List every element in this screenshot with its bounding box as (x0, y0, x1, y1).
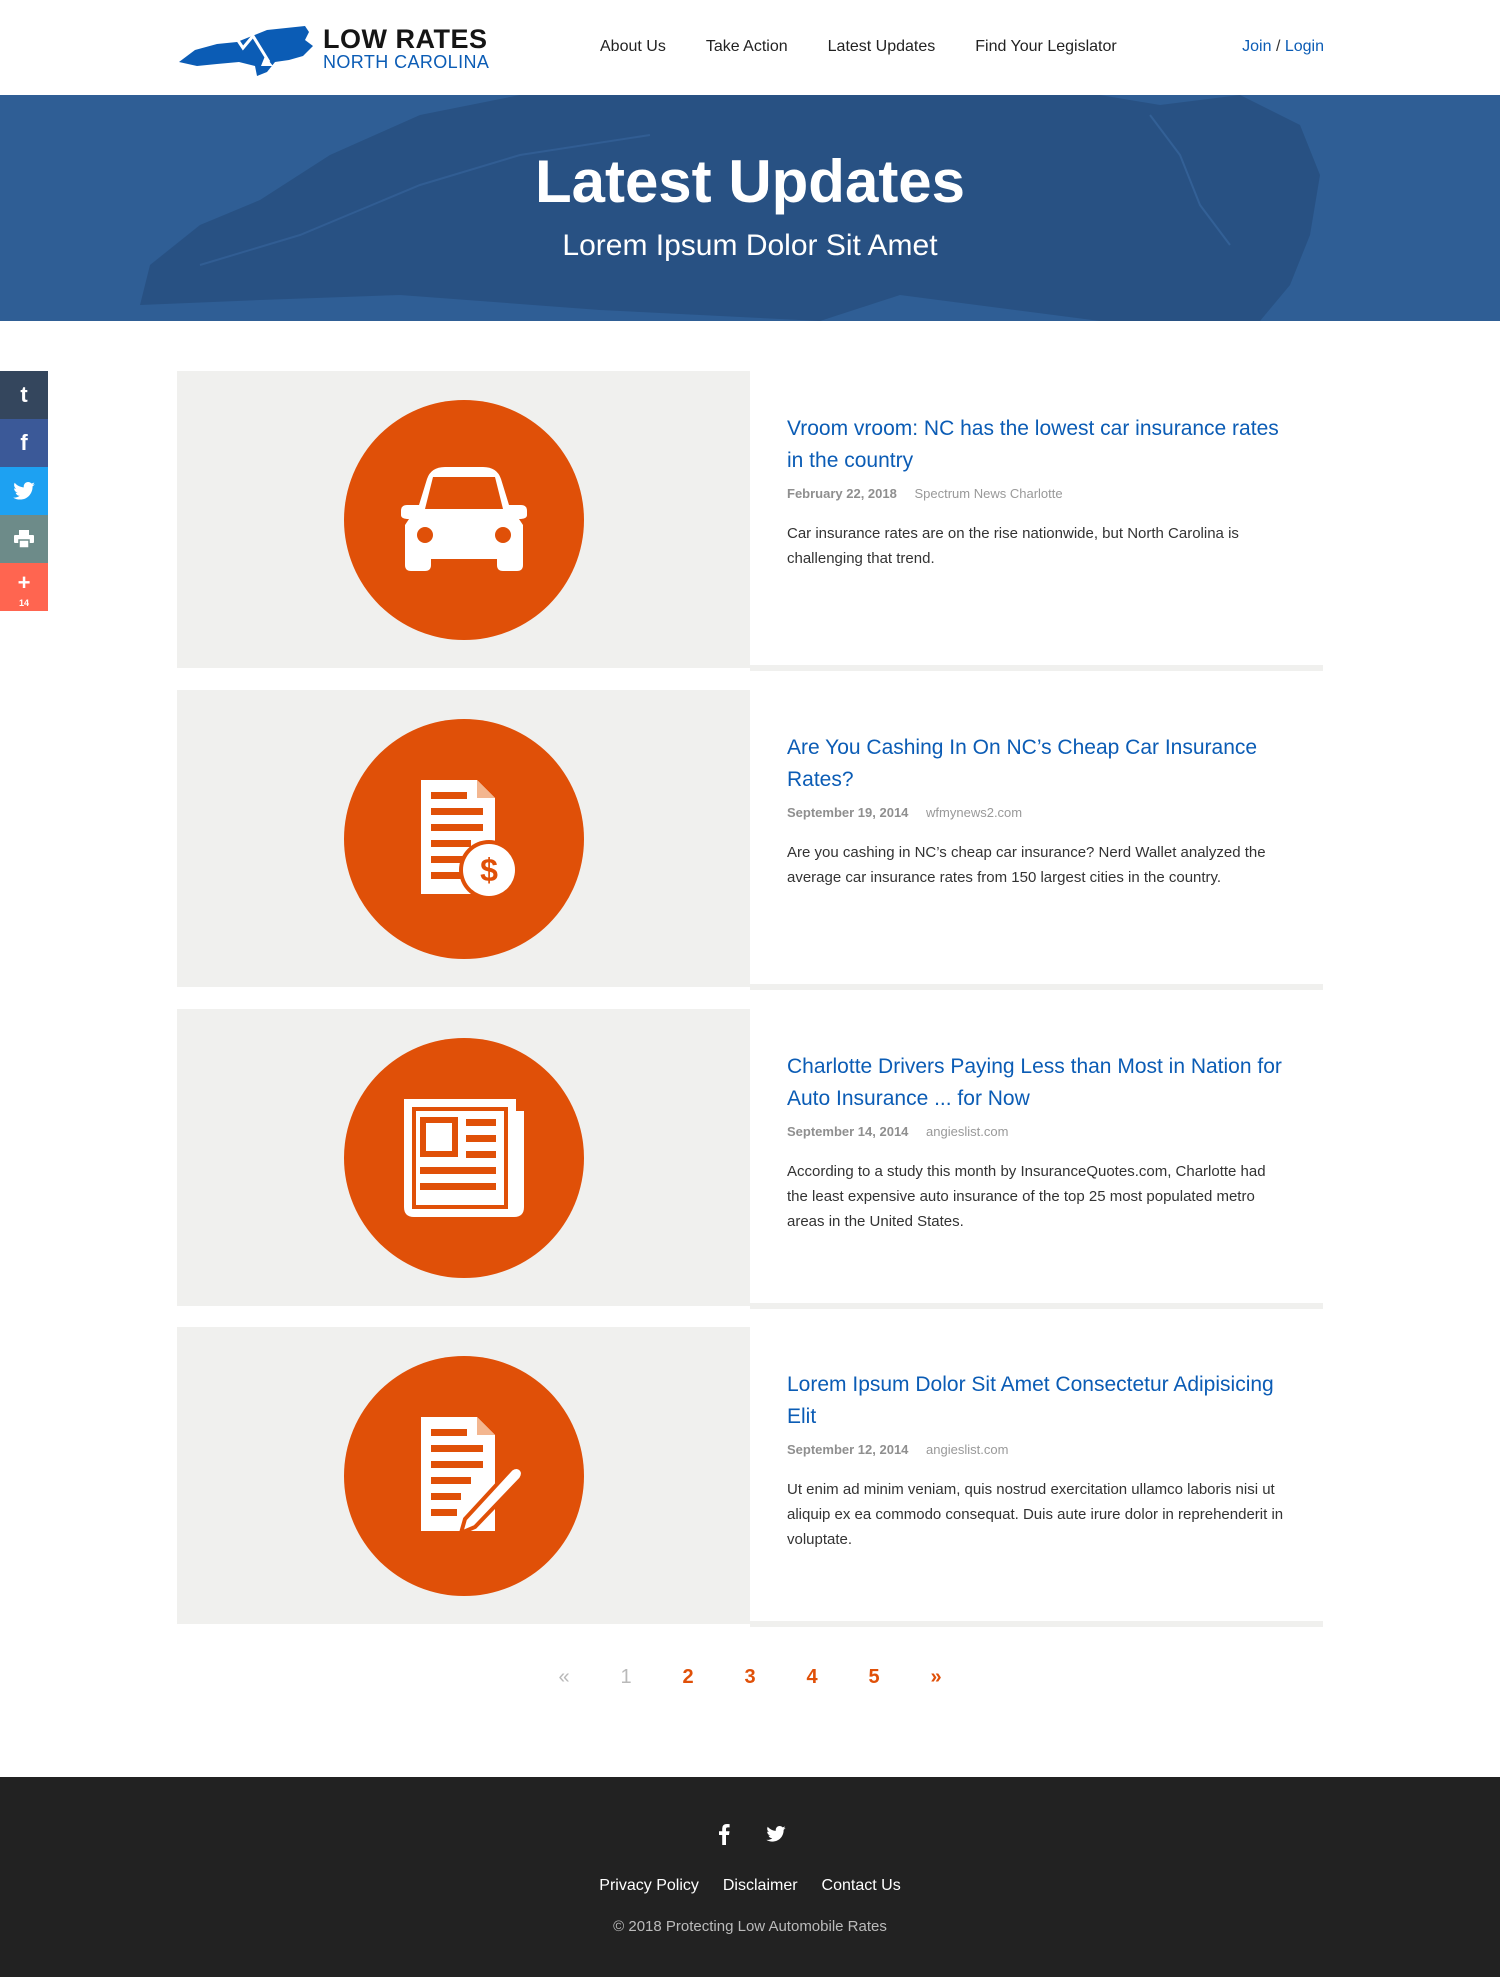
article-title[interactable]: Are You Cashing In On NC’s Cheap Car Ins… (787, 732, 1287, 796)
article-card: Charlotte Drivers Paying Less than Most … (177, 1009, 1323, 1309)
footer-facebook-link[interactable] (706, 1820, 742, 1848)
logo-subtitle: NORTH CAROLINA (323, 52, 490, 72)
logo-title: LOW RATES (323, 24, 488, 54)
pagination-page-1[interactable]: 1 (595, 1666, 657, 1689)
car-icon (401, 467, 527, 571)
copyright: © 2018 Protecting Low Automobile Rates (613, 1918, 887, 1935)
site-header: LOW RATES NORTH CAROLINA About Us Take A… (0, 0, 1500, 95)
pagination-page-3[interactable]: 3 (719, 1666, 781, 1689)
site-footer: Privacy Policy Disclaimer Contact Us © 2… (0, 1777, 1500, 1977)
article-thumbnail[interactable]: $ (177, 690, 750, 987)
article-card: Vroom vroom: NC has the lowest car insur… (177, 371, 1323, 671)
card-shadow (750, 665, 1323, 671)
article-content: Lorem Ipsum Dolor Sit Amet Consectetur A… (787, 1369, 1287, 1552)
print-icon (14, 530, 34, 548)
footer-contact-us-link[interactable]: Contact Us (822, 1877, 901, 1895)
article-thumbnail[interactable] (177, 371, 750, 668)
page-subtitle: Lorem Ipsum Dolor Sit Amet (562, 229, 938, 262)
article-thumbnail[interactable] (177, 1327, 750, 1624)
article-icon-circle (344, 400, 584, 640)
article-meta: September 12, 2014 angieslist.com (787, 1442, 1287, 1457)
article-source: angieslist.com (926, 1442, 1009, 1457)
article-excerpt: Ut enim ad minim veniam, quis nostrud ex… (787, 1481, 1284, 1548)
article-content: Vroom vroom: NC has the lowest car insur… (787, 413, 1287, 571)
footer-disclaimer-link[interactable]: Disclaimer (723, 1877, 798, 1895)
login-link[interactable]: Login (1285, 38, 1324, 55)
svg-text:$: $ (480, 852, 498, 888)
share-facebook-button[interactable]: f (0, 419, 48, 467)
card-shadow (750, 984, 1323, 990)
article-excerpt: Are you cashing in NC’s cheap car insura… (787, 844, 1266, 886)
nav-take-action[interactable]: Take Action (706, 38, 788, 56)
twitter-icon (13, 482, 35, 500)
article-content: Are You Cashing In On NC’s Cheap Car Ins… (787, 732, 1287, 890)
article-source: wfmynews2.com (926, 805, 1023, 820)
pagination-next[interactable]: » (905, 1666, 967, 1689)
share-more-button[interactable]: + 14 (0, 563, 48, 611)
article-thumbnail[interactable] (177, 1009, 750, 1306)
article-icon-circle (344, 1038, 584, 1278)
invoice-dollar-icon: $ (421, 780, 519, 900)
join-link[interactable]: Join (1242, 38, 1271, 55)
share-tumblr-button[interactable]: t (0, 371, 48, 419)
nav-about-us[interactable]: About Us (600, 38, 666, 56)
auth-separator: / (1275, 38, 1281, 55)
article-card: $ Are You Cashing In On NC’s Cheap Car I… (177, 690, 1323, 990)
article-icon-circle: $ (344, 719, 584, 959)
card-shadow (750, 1621, 1323, 1627)
footer-privacy-policy-link[interactable]: Privacy Policy (599, 1877, 699, 1895)
main-nav: About Us Take Action Latest Updates Find… (600, 38, 1157, 56)
card-shadow (750, 1303, 1323, 1309)
nav-find-your-legislator[interactable]: Find Your Legislator (975, 38, 1116, 56)
article-date: February 22, 2018 (787, 486, 897, 501)
article-icon-circle (344, 1356, 584, 1596)
newspaper-icon (404, 1099, 524, 1217)
footer-social (0, 1820, 1500, 1848)
article-excerpt: According to a study this month by Insur… (787, 1163, 1266, 1230)
article-meta: February 22, 2018 Spectrum News Charlott… (787, 486, 1287, 501)
facebook-icon (719, 1824, 730, 1845)
article-title[interactable]: Charlotte Drivers Paying Less than Most … (787, 1051, 1287, 1115)
pagination-page-5[interactable]: 5 (843, 1666, 905, 1689)
social-share-bar: t f + 14 (0, 371, 48, 611)
article-excerpt: Car insurance rates are on the rise nati… (787, 525, 1239, 567)
hero-banner: Latest Updates Lorem Ipsum Dolor Sit Ame… (0, 95, 1500, 321)
article-meta: September 19, 2014 wfmynews2.com (787, 805, 1287, 820)
tumblr-icon: t (20, 382, 28, 407)
site-logo[interactable]: LOW RATES NORTH CAROLINA (177, 22, 490, 78)
article-title[interactable]: Lorem Ipsum Dolor Sit Amet Consectetur A… (787, 1369, 1287, 1433)
auth-links: Join / Login (1242, 38, 1324, 56)
article-date: September 14, 2014 (787, 1124, 909, 1139)
share-print-button[interactable] (0, 515, 48, 563)
more-icon: + (17, 570, 31, 595)
article-content: Charlotte Drivers Paying Less than Most … (787, 1051, 1287, 1234)
footer-links: Privacy Policy Disclaimer Contact Us (0, 1877, 1500, 1895)
nc-state-logo-icon (179, 26, 313, 76)
page-title: Latest Updates (534, 148, 966, 215)
document-pen-icon (421, 1417, 525, 1537)
pagination-page-2[interactable]: 2 (657, 1666, 719, 1689)
article-date: September 12, 2014 (787, 1442, 909, 1457)
facebook-icon: f (20, 430, 28, 455)
nav-latest-updates[interactable]: Latest Updates (828, 38, 936, 56)
article-source: Spectrum News Charlotte (914, 486, 1063, 501)
footer-twitter-link[interactable] (758, 1820, 794, 1848)
pagination-page-4[interactable]: 4 (781, 1666, 843, 1689)
twitter-icon (766, 1826, 786, 1842)
pagination-prev[interactable]: « (533, 1666, 595, 1689)
article-date: September 19, 2014 (787, 805, 909, 820)
article-card: Lorem Ipsum Dolor Sit Amet Consectetur A… (177, 1327, 1323, 1627)
article-meta: September 14, 2014 angieslist.com (787, 1124, 1287, 1139)
share-twitter-button[interactable] (0, 467, 48, 515)
article-source: angieslist.com (926, 1124, 1009, 1139)
article-title[interactable]: Vroom vroom: NC has the lowest car insur… (787, 413, 1287, 477)
share-count: 14 (18, 598, 29, 608)
pagination: « 1 2 3 4 5 » (0, 1666, 1500, 1689)
